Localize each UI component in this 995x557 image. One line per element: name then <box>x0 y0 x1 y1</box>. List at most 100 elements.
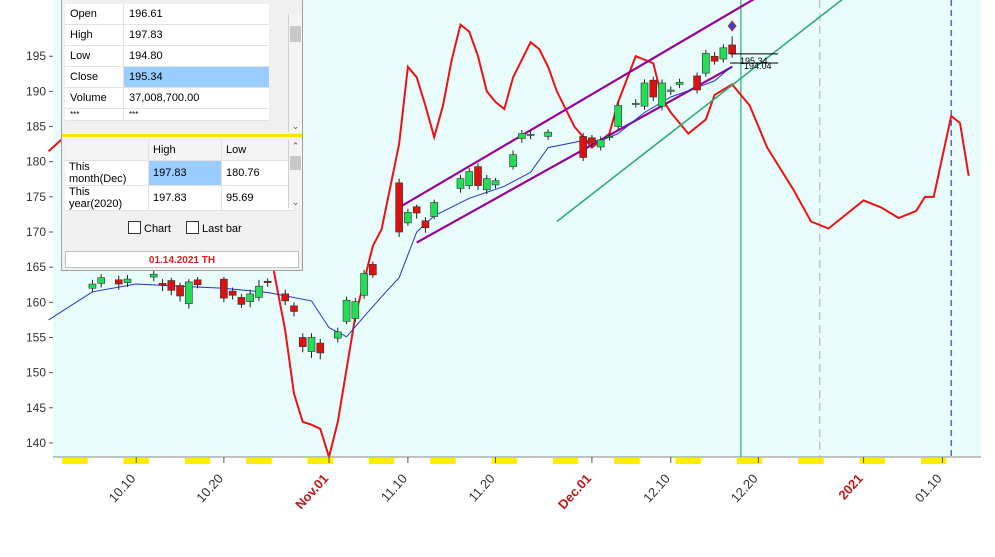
info-panel[interactable]: Open 196.61 High 197.83 Low 194.80 Close 195… <box>61 0 303 271</box>
candle-body <box>596 139 605 148</box>
low-value: 194.80 <box>123 45 269 67</box>
y-axis: 140 145 150 155 160 165 170 175 180 185 190 195 <box>26 49 53 450</box>
chart-checkbox-label: Chart <box>144 223 171 235</box>
high-value: 197.83 <box>123 24 269 46</box>
options-row: Chart Last bar <box>128 221 254 235</box>
table-row: Close 195.34 <box>65 66 269 88</box>
candle-body <box>97 277 105 284</box>
candle-body <box>158 283 167 286</box>
candle-body <box>465 171 474 186</box>
y-tick-label: 170 <box>26 225 46 239</box>
y-tick-label: 175 <box>26 190 46 204</box>
y-tick-label: 195 <box>26 49 46 63</box>
lastbar-checkbox[interactable]: Last bar <box>185 221 242 235</box>
checkbox-box[interactable] <box>128 221 141 234</box>
candle-body <box>149 273 158 278</box>
extra-value: *** <box>123 108 269 121</box>
open-label: Open <box>65 4 124 25</box>
chart-checkbox[interactable]: Chart <box>128 221 171 235</box>
candle-body <box>482 178 491 191</box>
table-row: This year(2020) 197.83 95.69 <box>65 185 295 211</box>
candle-body <box>631 103 640 105</box>
candle-body <box>605 136 614 138</box>
candle-body <box>281 293 290 302</box>
range-scrollbar[interactable]: ⌃ ⌄ <box>288 140 302 208</box>
range-low-header: Low <box>221 140 295 161</box>
x-tick-label: Dec.01 <box>555 471 594 512</box>
candle-body <box>395 182 403 233</box>
candle-body <box>88 283 97 289</box>
month-high: 197.83 <box>148 160 222 186</box>
status-date: 01.14.2021 TH <box>65 251 299 268</box>
candle-body <box>228 290 237 296</box>
table-row: Volume 37,008,700.00 <box>65 87 269 109</box>
table-row: High 197.83 <box>65 24 269 46</box>
scroll-down-arrow[interactable]: ⌄ <box>289 121 302 132</box>
weekend-marker <box>614 458 640 464</box>
weekend-marker <box>184 458 211 464</box>
candle-body <box>658 82 666 107</box>
candle-body <box>474 166 482 186</box>
scroll-up-arrow[interactable]: ⌃ <box>289 141 302 152</box>
x-tick-label: 12.10 <box>640 471 673 505</box>
candle-body <box>342 299 351 322</box>
candle-body <box>298 337 307 347</box>
checkbox-box[interactable] <box>185 221 199 234</box>
candle-body <box>412 206 421 214</box>
price-tag-bottom: 194.04 <box>744 61 772 71</box>
low-label: Low <box>65 45 124 67</box>
ohlc-scrollbar[interactable]: ⌄ <box>288 14 302 132</box>
y-tick-label: 185 <box>26 120 46 134</box>
candle-body <box>430 202 438 217</box>
year-low: 95.69 <box>221 185 295 211</box>
candle-body <box>123 278 132 283</box>
y-tick-label: 190 <box>26 84 46 98</box>
weekend-marker <box>368 458 395 464</box>
y-tick-label: 145 <box>26 401 46 415</box>
table-row: *** *** <box>65 108 269 121</box>
candle-body <box>509 154 517 167</box>
candle-body <box>220 278 228 299</box>
candle-body <box>176 285 184 297</box>
month-label: This month(Dec) <box>65 160 149 186</box>
candle-body <box>640 82 649 107</box>
x-tick-label: 10.10 <box>106 471 139 505</box>
y-tick-label: 155 <box>26 330 46 344</box>
candle-body <box>421 220 430 229</box>
candle-body <box>649 79 658 98</box>
candle-body <box>544 131 552 137</box>
y-tick-label: 165 <box>26 260 46 274</box>
candle-body <box>666 89 675 92</box>
scrollbar-thumb[interactable] <box>290 156 301 170</box>
weekend-marker <box>246 458 272 464</box>
candle-body <box>614 105 623 127</box>
scrollbar-thumb[interactable] <box>290 26 301 42</box>
x-tick-label: 01.10 <box>912 471 945 505</box>
candle-body <box>702 53 710 74</box>
x-tick-label: 2021 <box>835 471 865 503</box>
weekend-marker <box>798 458 824 464</box>
candle-body <box>333 331 342 339</box>
candle-body <box>360 273 368 296</box>
candle-body <box>263 280 272 283</box>
candle-body <box>369 264 377 276</box>
candle-body <box>185 281 193 305</box>
candle-body <box>246 293 254 302</box>
candle-body <box>579 136 587 158</box>
candle-body <box>351 301 360 319</box>
candle-body <box>588 137 596 144</box>
x-tick-label: 11.10 <box>378 471 410 505</box>
candle-body <box>518 133 526 139</box>
extra-label: *** <box>65 108 124 121</box>
candle-body <box>728 44 736 55</box>
candle-body <box>456 178 465 189</box>
panel-divider <box>62 134 302 137</box>
x-tick-label: 12.20 <box>728 471 761 505</box>
close-label: Close <box>65 66 124 88</box>
candle-body <box>675 81 684 85</box>
volume-label: Volume <box>65 87 124 109</box>
scroll-down-arrow[interactable]: ⌄ <box>289 197 302 208</box>
candle-body <box>316 342 325 354</box>
candle-body <box>114 279 123 285</box>
table-header-row: High Low <box>65 140 295 161</box>
